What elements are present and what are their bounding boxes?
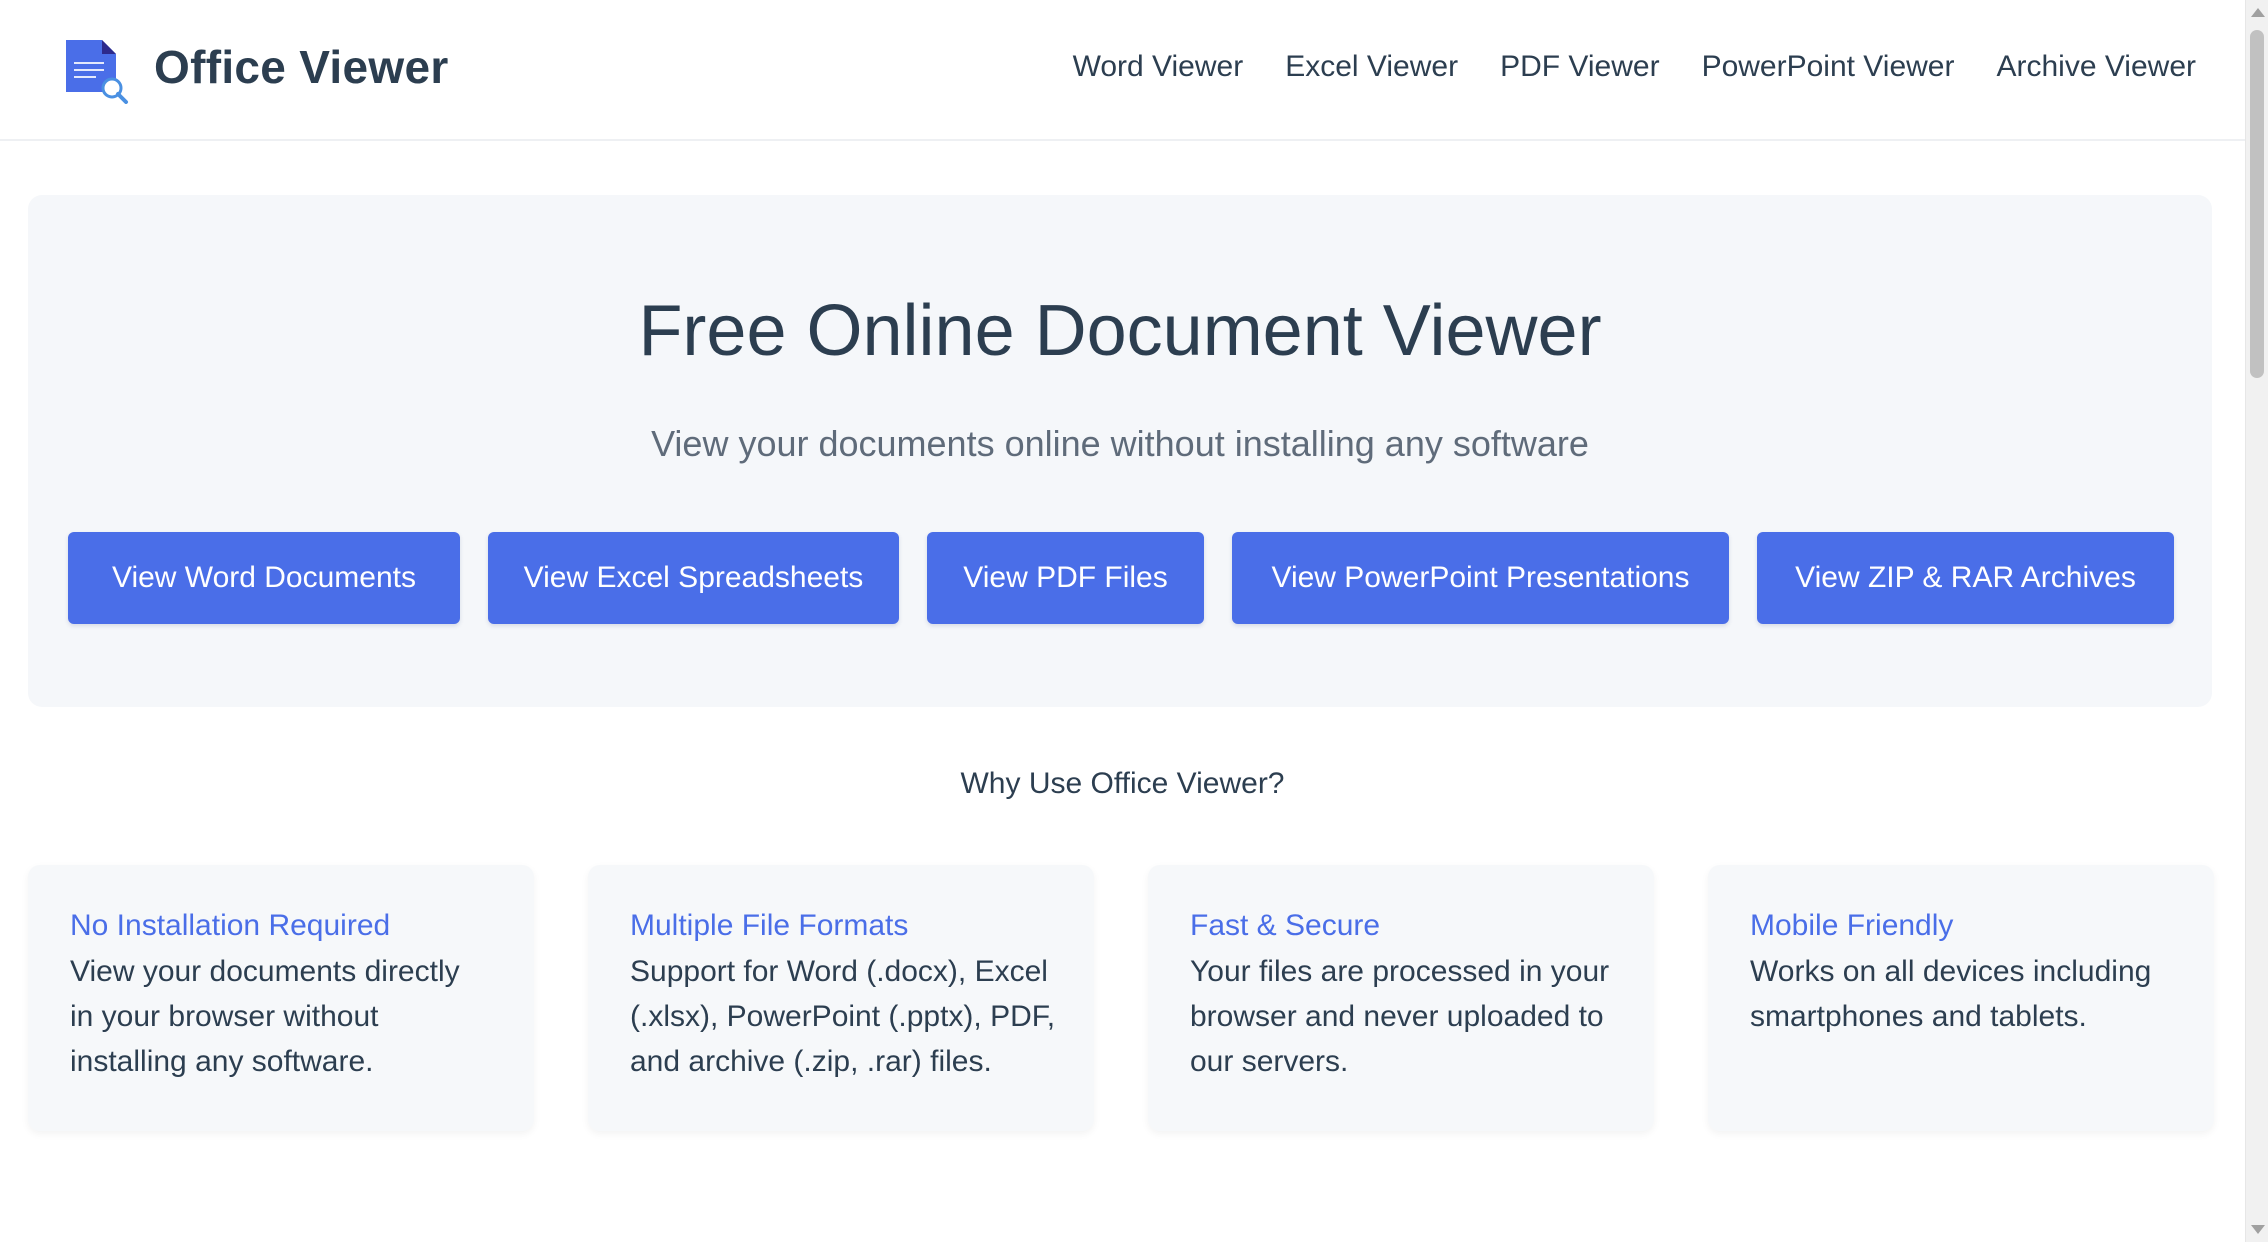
document-search-icon[interactable] (64, 38, 130, 104)
feature-title: Mobile Friendly (1750, 909, 1954, 942)
feature-text: Works on all devices including smartphon… (1750, 955, 2152, 1033)
nav-word-viewer[interactable]: Word Viewer (1073, 50, 1244, 84)
feature-card-fast-secure: Fast & Secure Your files are processed i… (1148, 865, 1654, 1131)
nav-pdf-viewer[interactable]: PDF Viewer (1500, 50, 1660, 84)
feature-text: Support for Word (.docx), Excel (.xlsx),… (630, 955, 1056, 1078)
hero-title: Free Online Document Viewer (638, 291, 1602, 371)
view-archives-button[interactable]: View ZIP & RAR Archives (1757, 532, 2174, 624)
hero-subtitle: View your documents online without insta… (651, 423, 1589, 464)
brand-title[interactable]: Office Viewer (154, 40, 449, 94)
main-nav: Word Viewer Excel Viewer PDF Viewer Powe… (1073, 50, 2196, 84)
page: Office Viewer Word Viewer Excel Viewer P… (0, 0, 2268, 1242)
nav-excel-viewer[interactable]: Excel Viewer (1285, 50, 1458, 84)
feature-text: View your documents directly in your bro… (70, 955, 460, 1078)
feature-card-file-formats: Multiple File Formats Support for Word (… (588, 865, 1094, 1131)
hero-section: Free Online Document Viewer View your do… (28, 195, 2212, 707)
feature-card-mobile-friendly: Mobile Friendly Works on all devices inc… (1708, 865, 2214, 1131)
feature-card-no-installation: No Installation Required View your docum… (28, 865, 534, 1131)
feature-title: No Installation Required (70, 909, 391, 942)
view-excel-button[interactable]: View Excel Spreadsheets (488, 532, 899, 624)
scroll-down-arrow-icon[interactable] (2251, 1225, 2265, 1234)
scrollbar-thumb[interactable] (2250, 30, 2264, 378)
site-header: Office Viewer Word Viewer Excel Viewer P… (0, 0, 2245, 141)
nav-archive-viewer[interactable]: Archive Viewer (1996, 50, 2196, 84)
view-powerpoint-button[interactable]: View PowerPoint Presentations (1232, 532, 1729, 624)
nav-powerpoint-viewer[interactable]: PowerPoint Viewer (1702, 50, 1955, 84)
feature-text: Your files are processed in your browser… (1190, 955, 1610, 1078)
why-section-title: Why Use Office Viewer? (960, 767, 1285, 800)
view-word-button[interactable]: View Word Documents (68, 532, 460, 624)
scroll-up-arrow-icon[interactable] (2251, 8, 2265, 17)
feature-title: Fast & Secure (1190, 909, 1381, 942)
feature-title: Multiple File Formats (630, 909, 909, 942)
view-pdf-button[interactable]: View PDF Files (927, 532, 1204, 624)
vertical-scrollbar[interactable] (2245, 0, 2268, 1242)
